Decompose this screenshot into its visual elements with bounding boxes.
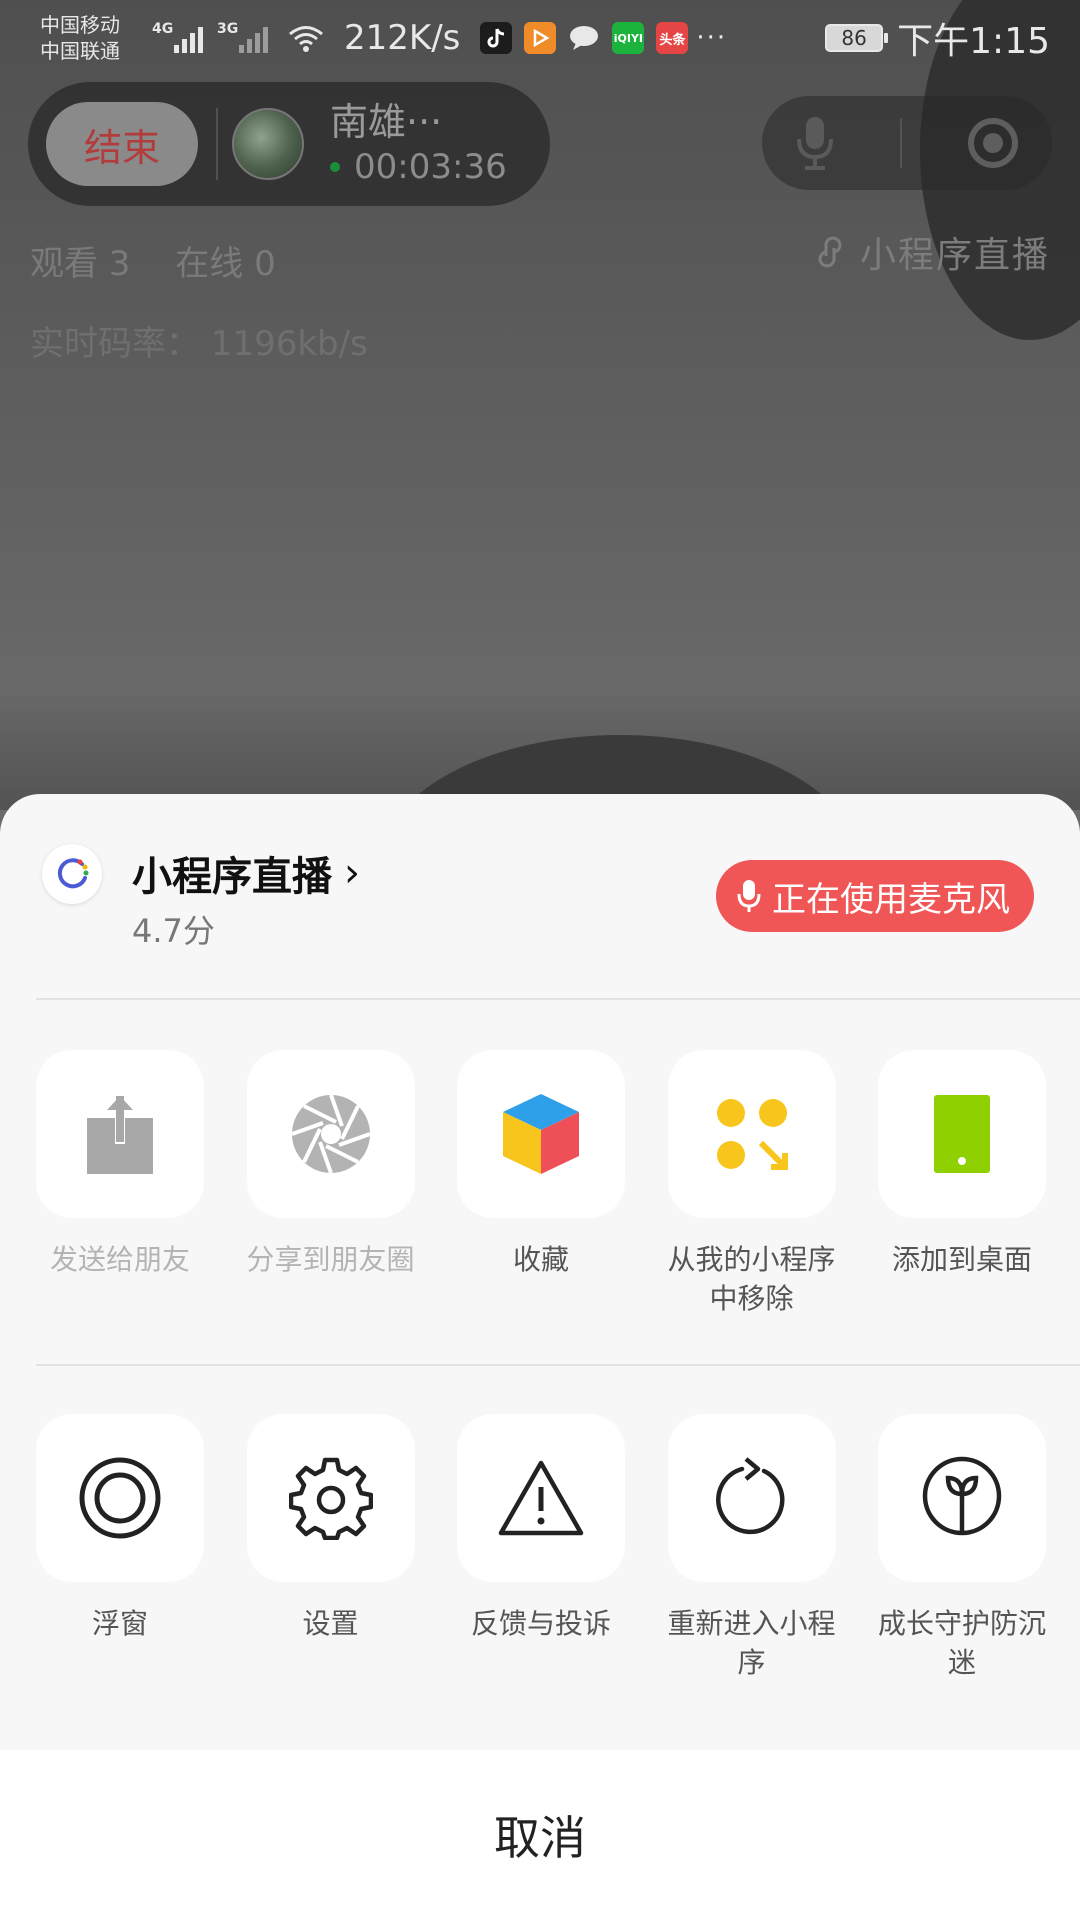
- signal-3g-icon: 3G: [217, 21, 268, 53]
- host-avatar[interactable]: [232, 108, 304, 180]
- bitrate: 实时码率： 1196kb/s: [30, 324, 368, 364]
- reload-icon: [715, 1457, 784, 1535]
- settings-gear-icon: [288, 1457, 373, 1540]
- link-icon: [818, 236, 842, 268]
- moments-aperture-icon: [290, 1094, 371, 1174]
- live-stats: 观看 3 在线 0: [30, 236, 310, 285]
- share-actions-row: 发送给朋友 分享到朋友圈 收藏 从我的小程序中移除 添加到桌面: [36, 1050, 1046, 1318]
- favorite-cube-icon: [503, 1094, 579, 1174]
- divider: [36, 998, 1080, 1000]
- signal-icons: 4G 3G: [152, 21, 326, 53]
- live-indicator-dot: [330, 162, 340, 172]
- clock: 下午1:15: [897, 21, 1050, 62]
- microphone-icon: [737, 880, 761, 912]
- status-bar: 中国移动 中国联通 4G 3G 212K/s iQIYI 头条 ··· 86 下…: [0, 0, 1080, 76]
- remove-from-my-mini-programs-action[interactable]: 从我的小程序中移除: [667, 1050, 836, 1318]
- more-actions-row: 浮窗 设置 反馈与投诉 重新进入小程序 成长守护防沉迷: [36, 1414, 1046, 1682]
- mini-program-name[interactable]: 小程序直播 ›: [132, 844, 360, 902]
- divider: [36, 1364, 1080, 1366]
- microphone-icon[interactable]: [793, 113, 837, 173]
- more-notifications: ···: [696, 23, 728, 53]
- mini-program-score: 4.7分: [132, 912, 215, 950]
- settings-action[interactable]: 设置: [246, 1414, 415, 1682]
- add-to-desktop-icon: [934, 1095, 990, 1173]
- send-to-friend-action[interactable]: 发送给朋友: [36, 1050, 204, 1318]
- share-to-moments-action[interactable]: 分享到朋友圈: [246, 1050, 415, 1318]
- float-window-action[interactable]: 浮窗: [36, 1414, 204, 1682]
- iqiyi-icon: iQIYI: [612, 22, 645, 54]
- online-count: 在线 0: [175, 244, 276, 284]
- growth-guard-icon: [922, 1456, 1002, 1536]
- remove-miniprogram-icon: [716, 1099, 788, 1170]
- favorite-action[interactable]: 收藏: [457, 1050, 625, 1318]
- end-live-button[interactable]: 结束: [46, 102, 198, 186]
- notification-icons: iQIYI 头条: [480, 22, 689, 54]
- feedback-complaint-action[interactable]: 反馈与投诉: [457, 1414, 625, 1682]
- action-sheet: 小程序直播 › 4.7分 正在使用麦克风 发送给朋友 分享到朋友圈 收藏 从我的…: [0, 794, 1080, 1920]
- wifi-icon: [289, 26, 323, 52]
- signal-4g-icon: 4G: [152, 21, 203, 53]
- sheet-header: 小程序直播 › 4.7分 正在使用麦克风: [0, 794, 1080, 998]
- microphone-in-use-badge[interactable]: 正在使用麦克风: [716, 860, 1034, 932]
- douyin-icon: [480, 22, 513, 54]
- message-icon: [568, 22, 600, 54]
- host-name: 南雄···: [330, 100, 443, 144]
- live-controls: [762, 96, 1052, 190]
- chevron-right-icon: ›: [344, 850, 360, 896]
- network-speed: 212K/s: [344, 18, 461, 58]
- carrier-2: 中国联通: [40, 39, 120, 63]
- share-upload-icon: [87, 1094, 153, 1174]
- live-info-pill: 结束 南雄··· 00:03:36: [28, 82, 550, 206]
- viewer-count: 观看 3: [30, 244, 131, 284]
- carrier-1: 中国移动: [40, 13, 120, 37]
- add-to-desktop-action[interactable]: 添加到桌面: [878, 1050, 1046, 1318]
- bilibili-icon: [524, 22, 557, 54]
- reenter-mini-program-action[interactable]: 重新进入小程序: [667, 1414, 836, 1682]
- feedback-warning-icon: [498, 1460, 584, 1536]
- growth-guard-action[interactable]: 成长守护防沉迷: [878, 1414, 1046, 1682]
- toutiao-icon: 头条: [656, 22, 689, 54]
- battery-icon: 86: [825, 24, 889, 52]
- float-window-icon: [79, 1457, 161, 1539]
- carrier-names: 中国移动 中国联通: [40, 12, 140, 64]
- cancel-button[interactable]: 取消: [0, 1750, 1080, 1920]
- live-duration: 00:03:36: [330, 145, 507, 189]
- camera-switch-icon[interactable]: [965, 115, 1021, 171]
- mini-program-label: 小程序直播: [812, 226, 1050, 278]
- mini-program-logo-icon: [42, 844, 102, 904]
